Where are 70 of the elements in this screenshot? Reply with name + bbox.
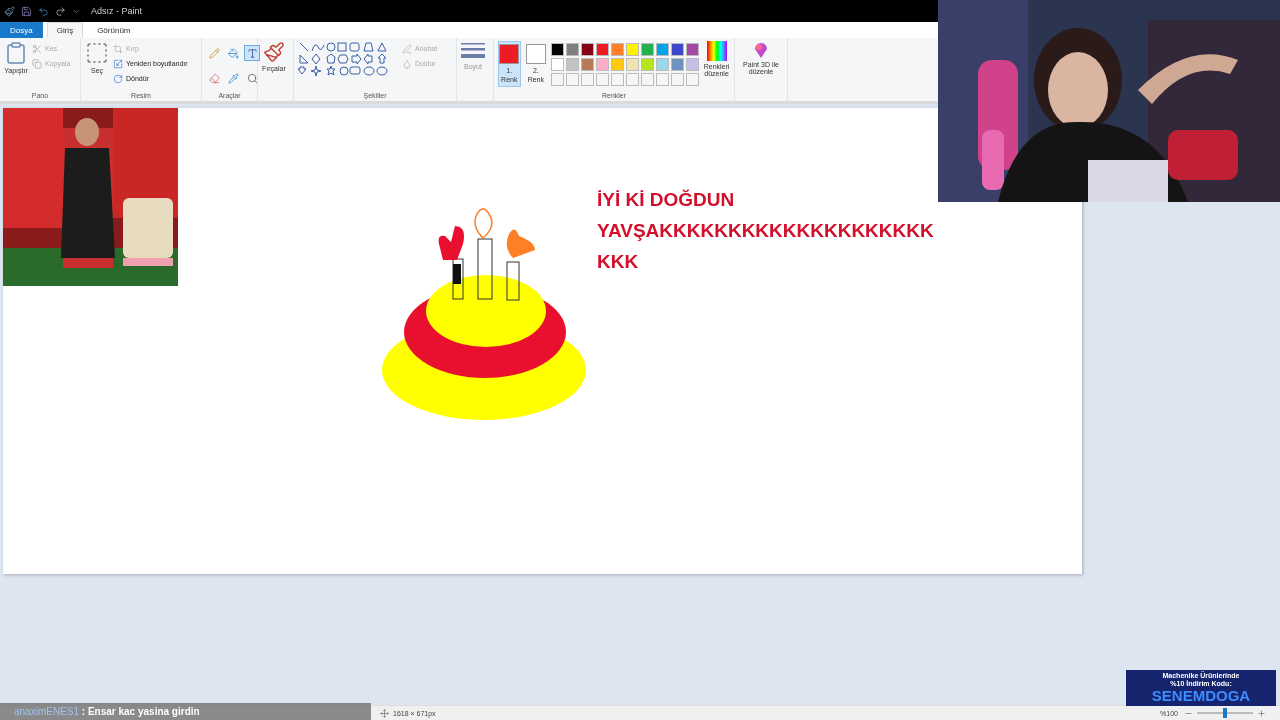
palette-swatch[interactable] <box>671 43 685 56</box>
discount-code: SENEMDOGA <box>1151 688 1251 704</box>
color-spectrum-icon <box>706 41 727 61</box>
tool-button[interactable] <box>225 70 241 86</box>
fill-icon <box>402 58 412 69</box>
paint-bucket-icon <box>227 47 239 59</box>
empty-swatch[interactable] <box>611 73 625 86</box>
palette-swatch[interactable] <box>671 58 685 71</box>
line-size-icon <box>461 41 485 61</box>
empty-swatch[interactable] <box>626 73 640 86</box>
paint-3d-icon <box>753 41 769 59</box>
pencil-icon <box>208 47 220 59</box>
canvas-text: KKK <box>597 250 640 274</box>
empty-swatch[interactable] <box>656 73 670 86</box>
scissors-icon <box>32 43 42 54</box>
palette-swatch[interactable] <box>581 43 595 56</box>
palette-swatch[interactable] <box>611 58 625 71</box>
empty-swatch[interactable] <box>551 73 565 86</box>
magnifier-icon <box>246 72 258 84</box>
resize-icon <box>113 58 123 69</box>
tool-button[interactable] <box>244 45 260 61</box>
file-menu-tab[interactable]: Dosya <box>0 22 43 38</box>
zoom-in-icon <box>1257 708 1266 718</box>
select-icon <box>85 41 109 65</box>
palette-swatch[interactable] <box>686 43 700 56</box>
text-icon <box>246 47 258 59</box>
palette-swatch[interactable] <box>626 58 640 71</box>
canvas-text: YAVŞAKKKKKKKKKKKKKKKKKKKK <box>597 219 934 243</box>
palette-swatch[interactable] <box>626 43 640 56</box>
empty-swatch[interactable] <box>686 73 700 86</box>
eraser-icon <box>208 72 220 84</box>
save-icon <box>21 5 32 17</box>
tool-button[interactable] <box>206 45 222 61</box>
canvas-size-icon <box>380 708 389 718</box>
copy-icon <box>32 58 42 69</box>
chat-message: : Ensar kac yasina girdin <box>80 706 200 717</box>
palette-swatch[interactable] <box>581 58 595 71</box>
drawing-canvas[interactable]: İYİ Kİ DOĞDUN YAVŞAKKKKKKKKKKKKKKKKKKKK KKK <box>3 108 1082 574</box>
empty-swatch[interactable] <box>596 73 610 86</box>
brush-icon <box>262 41 285 63</box>
tool-button[interactable] <box>225 45 241 61</box>
chat-username: anaximENES1 <box>14 706 80 717</box>
redo-icon <box>55 5 66 17</box>
window-title: Adsız - Paint <box>91 6 143 16</box>
palette-swatch[interactable] <box>641 58 655 71</box>
palette-swatch[interactable] <box>596 58 610 71</box>
palette-swatch[interactable] <box>611 43 625 56</box>
palette-swatch[interactable] <box>551 43 565 56</box>
palette-swatch[interactable] <box>596 43 610 56</box>
canvas-text: İYİ Kİ DOĞDUN <box>597 188 736 212</box>
palette-swatch[interactable] <box>656 58 670 71</box>
rotate-icon <box>113 73 123 84</box>
empty-swatch[interactable] <box>641 73 655 86</box>
empty-swatch[interactable] <box>671 73 685 86</box>
palette-swatch[interactable] <box>551 58 565 71</box>
ribbon-tab[interactable]: Giriş <box>46 22 84 38</box>
palette-swatch[interactable] <box>566 58 580 71</box>
eyedropper-icon <box>227 72 239 84</box>
palette-swatch[interactable] <box>686 58 700 71</box>
clipboard-icon <box>4 41 28 65</box>
paint-app-icon <box>4 5 15 17</box>
undo-icon <box>38 5 49 17</box>
slider-thumb[interactable] <box>1223 708 1227 718</box>
outline-icon <box>402 43 412 54</box>
crop-icon <box>113 43 123 54</box>
palette-swatch[interactable] <box>641 43 655 56</box>
palette-swatch[interactable] <box>656 43 670 56</box>
palette-swatch[interactable] <box>566 43 580 56</box>
empty-swatch[interactable] <box>566 73 580 86</box>
empty-swatch[interactable] <box>581 73 595 86</box>
